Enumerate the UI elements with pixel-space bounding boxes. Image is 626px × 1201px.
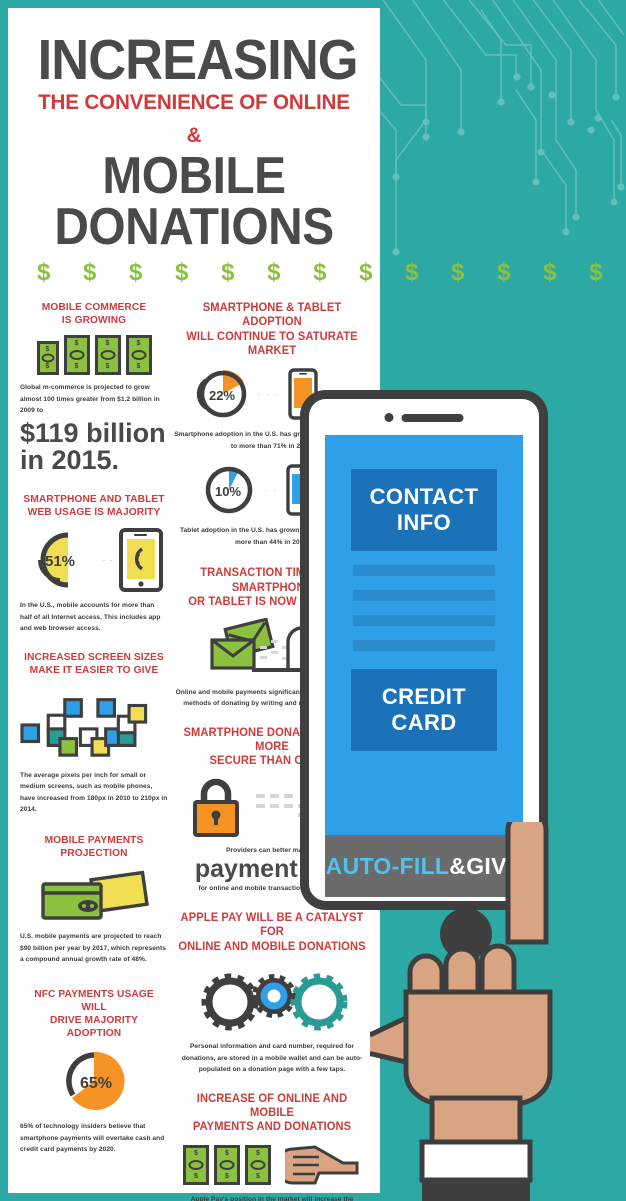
section-payments-projection: MOBILE PAYMENTS PROJECTION U.S. mobile p… xyxy=(20,834,168,966)
headline-line-2: THE CONVENIENCE OF ONLINE & xyxy=(38,90,350,147)
pointing-hand-icon xyxy=(370,822,553,1201)
section-apple-pay: APPLE PAY WILL BE A CATALYST FOR ONLINE A… xyxy=(174,911,370,1076)
pie-chart-icon: 65% xyxy=(20,1048,168,1114)
headline-line-1: INCREASING xyxy=(37,28,359,92)
section-title: MOBILE PAYMENTS PROJECTION xyxy=(44,833,144,860)
credit-card-button[interactable]: CREDIT CARD xyxy=(351,669,497,751)
contact-info-button[interactable]: CONTACT INFO xyxy=(351,469,497,551)
section-body: The average pixels per inch for small or… xyxy=(20,771,168,814)
section-title: MOBILE COMMERCE IS GROWING xyxy=(41,300,147,326)
gears-icon xyxy=(174,962,370,1034)
section-web-usage: SMARTPHONE AND TABLET WEB USAGE IS MAJORI… xyxy=(20,493,168,635)
section-body: In the U.S., mobile accounts for more th… xyxy=(20,602,161,633)
headline-line-4: DONATIONS xyxy=(54,197,334,256)
section-body: Personal information and card number, re… xyxy=(181,1042,363,1074)
form-line xyxy=(353,590,495,601)
money-hand-icon: $ $ $ $ $ $ xyxy=(174,1143,370,1187)
section-title: SMARTPHONE & TABLET ADOPTION WILL CONTINU… xyxy=(186,301,358,357)
section-body: Apple Pay's position in the market will … xyxy=(190,1195,354,1201)
svg-text:22%: 22% xyxy=(209,388,235,403)
money-bills-icon: $ $ $ $ $ $ $ $ xyxy=(20,335,168,376)
pixel-blocks-icon xyxy=(20,685,168,763)
section-stat: $119 billion in 2015. xyxy=(20,417,166,476)
donut-phone-icon: 51% - - xyxy=(20,527,168,593)
headline-block: INCREASING THE CONVENIENCE OF ONLINE & M… xyxy=(8,8,616,287)
dollar-strip-icon: $ $ $ $ $ $ $ $ $ $ $ $ $ xyxy=(37,258,616,286)
infographic-root: INCREASING THE CONVENIENCE OF ONLINE & M… xyxy=(0,0,626,1201)
form-line xyxy=(353,640,495,651)
left-column: MOBILE COMMERCE IS GROWING $ $ $ $ $ $ $ $ Gl… xyxy=(16,301,172,1201)
headline-line-3: MOBILE xyxy=(102,146,286,205)
circuit-pattern-icon xyxy=(366,0,625,256)
section-title: INCREASED SCREEN SIZES MAKE IT EASIER TO … xyxy=(24,650,164,676)
svg-text:65%: 65% xyxy=(80,1075,112,1092)
form-line xyxy=(353,615,495,626)
section-mobile-commerce: MOBILE COMMERCE IS GROWING $ $ $ $ $ $ $ $ Gl… xyxy=(20,301,168,475)
svg-text:51%: 51% xyxy=(45,553,75,570)
section-title: APPLE PAY WILL BE A CATALYST FOR ONLINE A… xyxy=(178,911,366,953)
svg-text:10%: 10% xyxy=(215,484,241,499)
section-title: SMARTPHONE AND TABLET WEB USAGE IS MAJORI… xyxy=(23,492,165,518)
section-body: Global m-commerce is projected to grow a… xyxy=(20,384,160,415)
section-title: INCREASE OF ONLINE AND MOBILE PAYMENTS AN… xyxy=(192,1092,352,1134)
section-body: U.S. mobile payments are projected to re… xyxy=(20,933,166,964)
wallet-icon xyxy=(20,868,168,924)
section-body: 65% of technology insiders believe that … xyxy=(20,1123,165,1154)
section-increase-payments: INCREASE OF ONLINE AND MOBILE PAYMENTS AN… xyxy=(174,1092,370,1201)
section-title: NFC PAYMENTS USAGE WILL DRIVE MAJORITY AD… xyxy=(34,987,154,1040)
section-nfc-adoption: NFC PAYMENTS USAGE WILL DRIVE MAJORITY AD… xyxy=(20,988,168,1156)
section-screen-sizes: INCREASED SCREEN SIZES MAKE IT EASIER TO … xyxy=(20,651,168,816)
phone-screen: CONTACT INFO CREDIT CARD xyxy=(325,435,523,835)
phone-speaker-icon xyxy=(384,413,464,422)
speaker-bar-icon xyxy=(401,413,464,422)
camera-dot-icon xyxy=(384,413,394,422)
form-line xyxy=(353,565,495,576)
